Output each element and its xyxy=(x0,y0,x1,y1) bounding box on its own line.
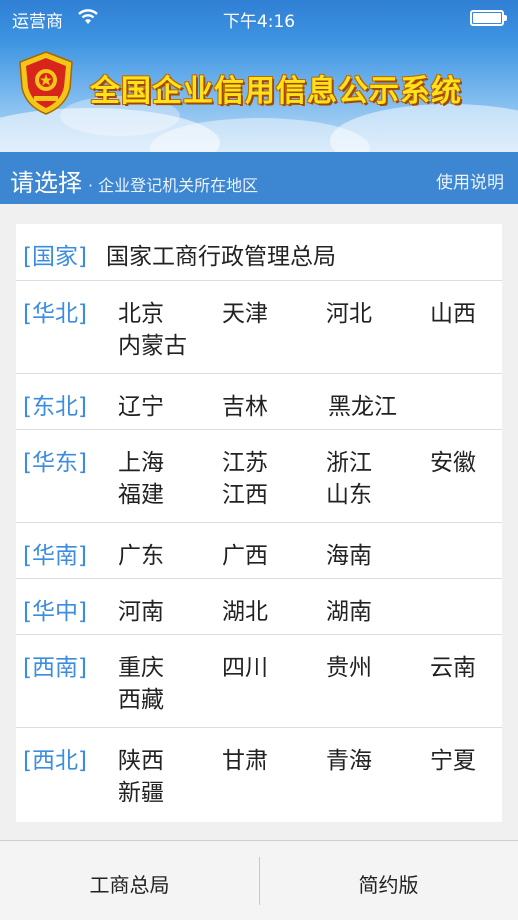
region-tag: [西南] xyxy=(23,655,87,681)
province-link[interactable]: 河南 xyxy=(118,592,164,626)
region-row-huabei: [华北] 北京 天津 河北 山西 内蒙古 xyxy=(16,281,502,374)
province-link[interactable]: 湖北 xyxy=(222,592,268,626)
cloud-decoration xyxy=(330,104,518,152)
province-link[interactable]: 宁夏 xyxy=(430,741,476,775)
tab-label: 工商总局 xyxy=(89,873,170,897)
province-link[interactable]: 重庆 xyxy=(118,648,164,682)
province-link[interactable]: 陕西 xyxy=(118,741,164,775)
region-tag: [东北] xyxy=(23,394,87,420)
province-link[interactable]: 云南 xyxy=(430,648,476,682)
province-link[interactable]: 黑龙江 xyxy=(328,387,397,421)
province-link[interactable]: 海南 xyxy=(326,536,372,570)
province-link[interactable]: 甘肃 xyxy=(222,741,268,775)
battery-icon xyxy=(470,10,507,26)
province-link[interactable]: 安徽 xyxy=(430,443,476,477)
region-tag: [华中] xyxy=(23,599,87,625)
province-link[interactable]: 河北 xyxy=(326,294,372,328)
province-link[interactable]: 广东 xyxy=(118,536,164,570)
region-tag: [华南] xyxy=(23,543,87,569)
province-link[interactable]: 福建 xyxy=(118,475,164,509)
select-title: 请选择 xyxy=(10,169,82,197)
province-link[interactable]: 浙江 xyxy=(326,443,372,477)
province-link[interactable]: 四川 xyxy=(222,648,268,682)
region-tag: [国家] xyxy=(23,244,87,270)
province-link[interactable]: 山西 xyxy=(430,294,476,328)
national-link[interactable]: 国家工商行政管理总局 xyxy=(106,237,336,271)
province-link[interactable]: 贵州 xyxy=(326,648,372,682)
select-bar: 请选择 · 企业登记机关所在地区 使用说明 xyxy=(0,152,518,204)
app-title: 全国企业信用信息公示系统 xyxy=(90,74,462,109)
status-bar: 运营商 下午4:16 xyxy=(0,0,518,36)
province-link[interactable]: 辽宁 xyxy=(118,387,164,421)
province-link[interactable]: 上海 xyxy=(118,443,164,477)
tab-saic[interactable]: 工商总局 xyxy=(0,841,259,920)
emblem-logo xyxy=(19,51,73,115)
region-list: [国家] 国家工商行政管理总局 [华北] 北京 天津 河北 山西 内蒙古 [东北… xyxy=(16,224,502,822)
region-tag: [西北] xyxy=(23,748,87,774)
province-link[interactable]: 江苏 xyxy=(222,443,268,477)
province-link[interactable]: 吉林 xyxy=(222,387,268,421)
national-row: [国家] 国家工商行政管理总局 xyxy=(16,224,502,281)
region-row-xibei: [西北] 陕西 甘肃 青海 宁夏 新疆 xyxy=(16,728,502,822)
region-row-huazhong: [华中] 河南 湖北 湖南 xyxy=(16,579,502,635)
region-row-huadong: [华东] 上海 江苏 浙江 安徽 福建 江西 山东 xyxy=(16,430,502,523)
province-link[interactable]: 江西 xyxy=(222,475,268,509)
province-link[interactable]: 青海 xyxy=(326,741,372,775)
province-link[interactable]: 西藏 xyxy=(118,680,164,714)
province-link[interactable]: 新疆 xyxy=(118,773,164,807)
clock: 下午4:16 xyxy=(222,12,296,32)
region-tag: [华北] xyxy=(23,301,87,327)
province-link[interactable]: 山东 xyxy=(326,475,372,509)
region-tag: [华东] xyxy=(23,450,87,476)
bottom-tab-bar: 工商总局 简约版 xyxy=(0,840,518,920)
help-button[interactable]: 使用说明 xyxy=(436,168,504,193)
province-link[interactable]: 北京 xyxy=(118,294,164,328)
region-row-xinan: [西南] 重庆 四川 贵州 云南 西藏 xyxy=(16,635,502,728)
province-link[interactable]: 天津 xyxy=(222,294,268,328)
tab-simple-version[interactable]: 简约版 xyxy=(259,841,518,920)
select-subtitle: · 企业登记机关所在地区 xyxy=(88,176,259,195)
province-link[interactable]: 内蒙古 xyxy=(118,326,187,360)
region-row-huanan: [华南] 广东 广西 海南 xyxy=(16,523,502,579)
header-banner: 运营商 下午4:16 全国企业信用信息公示系统 xyxy=(0,0,518,152)
province-link[interactable]: 广西 xyxy=(222,536,268,570)
province-link[interactable]: 湖南 xyxy=(326,592,372,626)
region-row-dongbei: [东北] 辽宁 吉林 黑龙江 xyxy=(16,374,502,430)
tab-label: 简约版 xyxy=(358,873,419,897)
